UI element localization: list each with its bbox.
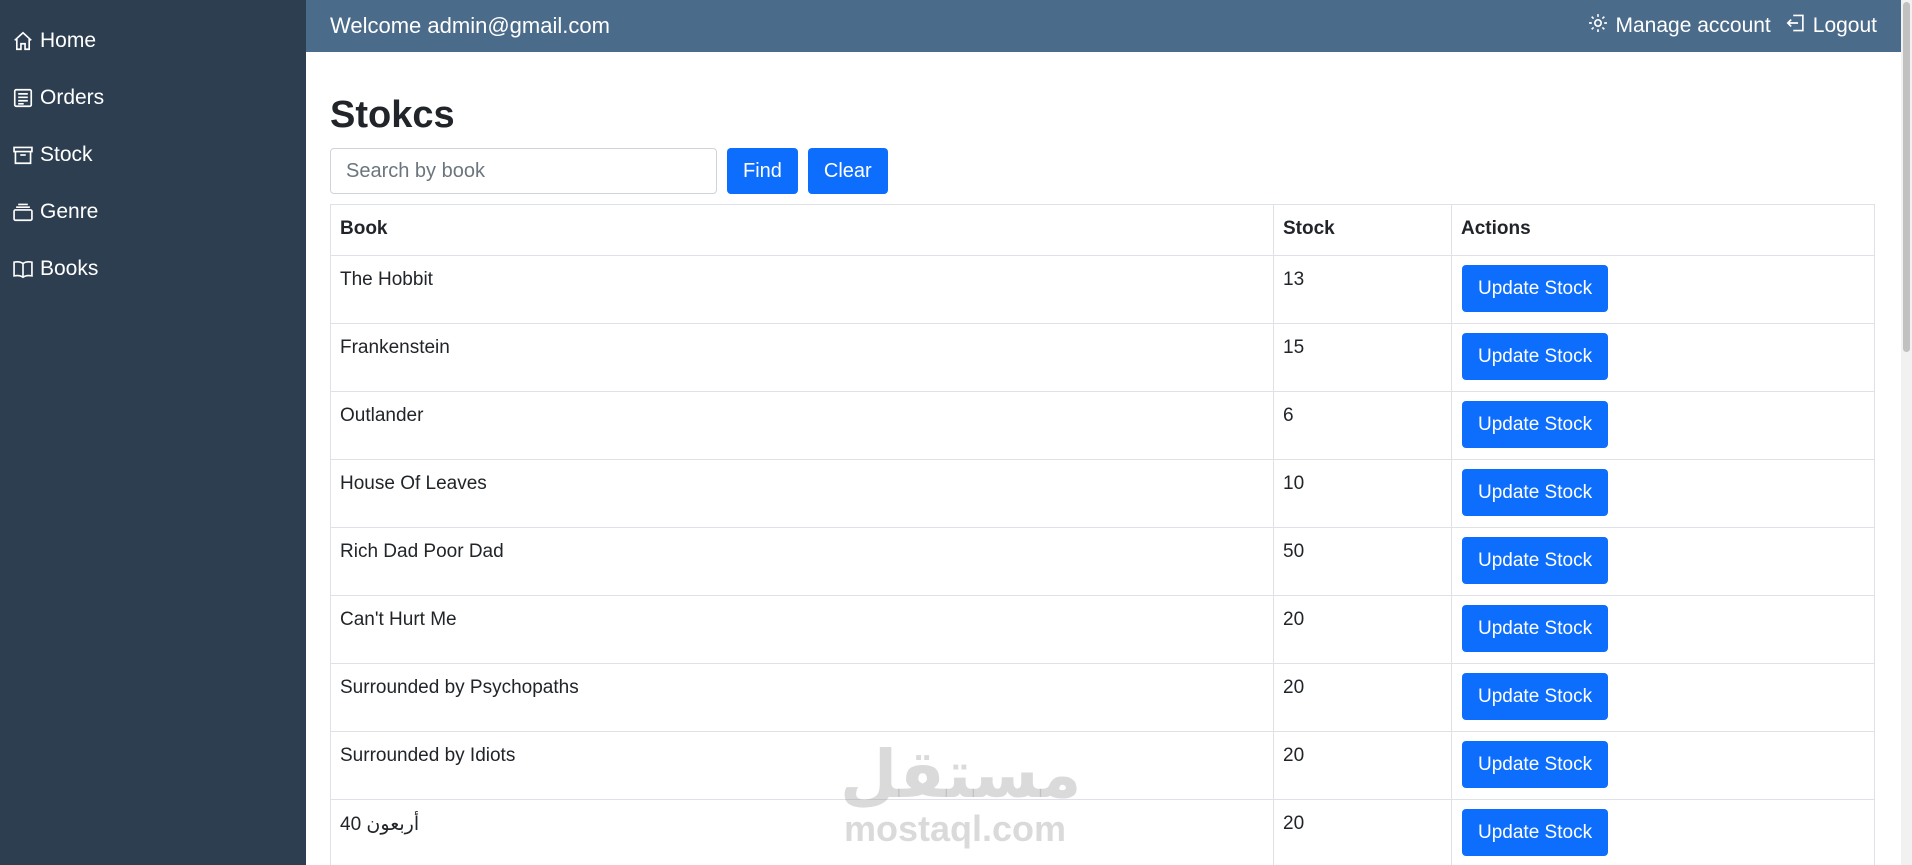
- column-header-stock: Stock: [1273, 204, 1452, 256]
- sidebar-item-orders[interactable]: Orders: [0, 69, 306, 126]
- book-icon: [12, 258, 34, 280]
- sidebar-item-label: Stock: [40, 142, 93, 166]
- book-cell: أربعون 40: [330, 799, 1274, 865]
- update-stock-button[interactable]: Update Stock: [1462, 537, 1609, 584]
- update-stock-button[interactable]: Update Stock: [1462, 605, 1609, 652]
- book-cell: Surrounded by Idiots: [330, 731, 1274, 800]
- actions-cell: Update Stock: [1451, 459, 1875, 528]
- stock-cell: 20: [1273, 663, 1452, 732]
- sidebar-item-label: Books: [40, 256, 99, 280]
- table-header-row: Book Stock Actions: [330, 204, 1875, 256]
- stock-cell: 10: [1273, 459, 1452, 528]
- table-row: Surrounded by Idiots 20 Update Stock: [330, 731, 1875, 800]
- update-stock-button[interactable]: Update Stock: [1462, 333, 1609, 380]
- archive-icon: [12, 144, 34, 166]
- sidebar-item-label: Genre: [40, 199, 99, 223]
- stock-cell: 6: [1273, 391, 1452, 460]
- stock-cell: 20: [1273, 595, 1452, 664]
- page-title: Stokcs: [330, 94, 455, 136]
- main-content: Stokcs Find Clear Book Stock Actions The…: [330, 52, 1875, 865]
- stock-table: Book Stock Actions The Hobbit 13 Update …: [330, 204, 1875, 865]
- update-stock-button[interactable]: Update Stock: [1462, 401, 1609, 448]
- sidebar-item-home[interactable]: Home: [0, 12, 306, 69]
- sidebar-item-books[interactable]: Books: [0, 240, 306, 297]
- stack-icon: [12, 201, 34, 223]
- table-row: The Hobbit 13 Update Stock: [330, 255, 1875, 324]
- actions-cell: Update Stock: [1451, 799, 1875, 865]
- actions-cell: Update Stock: [1451, 391, 1875, 460]
- book-cell: Can't Hurt Me: [330, 595, 1274, 664]
- stock-cell: 20: [1273, 799, 1452, 865]
- update-stock-button[interactable]: Update Stock: [1462, 809, 1609, 856]
- table-row: أربعون 40 20 Update Stock: [330, 799, 1875, 865]
- sidebar-item-stock[interactable]: Stock: [0, 126, 306, 183]
- actions-cell: Update Stock: [1451, 663, 1875, 732]
- table-row: Outlander 6 Update Stock: [330, 391, 1875, 460]
- stock-cell: 15: [1273, 323, 1452, 392]
- vertical-scrollbar[interactable]: [1901, 0, 1912, 865]
- top-bar: Welcome admin@gmail.com Manage account L…: [306, 0, 1901, 52]
- gear-icon: [1587, 12, 1609, 40]
- sidebar-item-genre[interactable]: Genre: [0, 183, 306, 240]
- manage-account-label: Manage account: [1615, 14, 1771, 37]
- sidebar-item-label: Home: [40, 28, 97, 52]
- update-stock-button[interactable]: Update Stock: [1462, 469, 1609, 516]
- home-icon: [12, 30, 34, 52]
- manage-account-link[interactable]: Manage account: [1587, 12, 1771, 40]
- table-row: House Of Leaves 10 Update Stock: [330, 459, 1875, 528]
- table-row: Surrounded by Psychopaths 20 Update Stoc…: [330, 663, 1875, 732]
- app: Home Orders Stock Genre Books Welcome ad…: [0, 0, 1912, 865]
- table-row: Rich Dad Poor Dad 50 Update Stock: [330, 527, 1875, 596]
- actions-cell: Update Stock: [1451, 323, 1875, 392]
- top-actions: Manage account Logout: [1587, 12, 1877, 40]
- update-stock-button[interactable]: Update Stock: [1462, 673, 1609, 720]
- welcome-text: Welcome admin@gmail.com: [330, 13, 610, 38]
- actions-cell: Update Stock: [1451, 527, 1875, 596]
- table-row: Frankenstein 15 Update Stock: [330, 323, 1875, 392]
- find-button[interactable]: Find: [727, 148, 798, 194]
- table-row: Can't Hurt Me 20 Update Stock: [330, 595, 1875, 664]
- update-stock-button[interactable]: Update Stock: [1462, 265, 1609, 312]
- search-row: Find Clear: [330, 148, 1875, 194]
- book-cell: Frankenstein: [330, 323, 1274, 392]
- actions-cell: Update Stock: [1451, 595, 1875, 664]
- column-header-actions: Actions: [1451, 204, 1875, 256]
- sidebar-item-label: Orders: [40, 85, 105, 109]
- sidebar: Home Orders Stock Genre Books: [0, 0, 306, 865]
- actions-cell: Update Stock: [1451, 731, 1875, 800]
- actions-cell: Update Stock: [1451, 255, 1875, 324]
- book-cell: Rich Dad Poor Dad: [330, 527, 1274, 596]
- column-header-book: Book: [330, 204, 1274, 256]
- logout-link[interactable]: Logout: [1785, 12, 1877, 40]
- logout-icon: [1785, 12, 1807, 40]
- book-cell: The Hobbit: [330, 255, 1274, 324]
- book-cell: Outlander: [330, 391, 1274, 460]
- update-stock-button[interactable]: Update Stock: [1462, 741, 1609, 788]
- stock-cell: 50: [1273, 527, 1452, 596]
- clear-button[interactable]: Clear: [807, 148, 888, 194]
- scrollbar-thumb[interactable]: [1903, 2, 1910, 352]
- stock-cell: 13: [1273, 255, 1452, 324]
- book-cell: Surrounded by Psychopaths: [330, 663, 1274, 732]
- logout-label: Logout: [1812, 14, 1877, 37]
- orders-icon: [12, 87, 34, 109]
- book-cell: House Of Leaves: [330, 459, 1274, 528]
- search-input[interactable]: [330, 148, 717, 194]
- stock-cell: 20: [1273, 731, 1452, 800]
